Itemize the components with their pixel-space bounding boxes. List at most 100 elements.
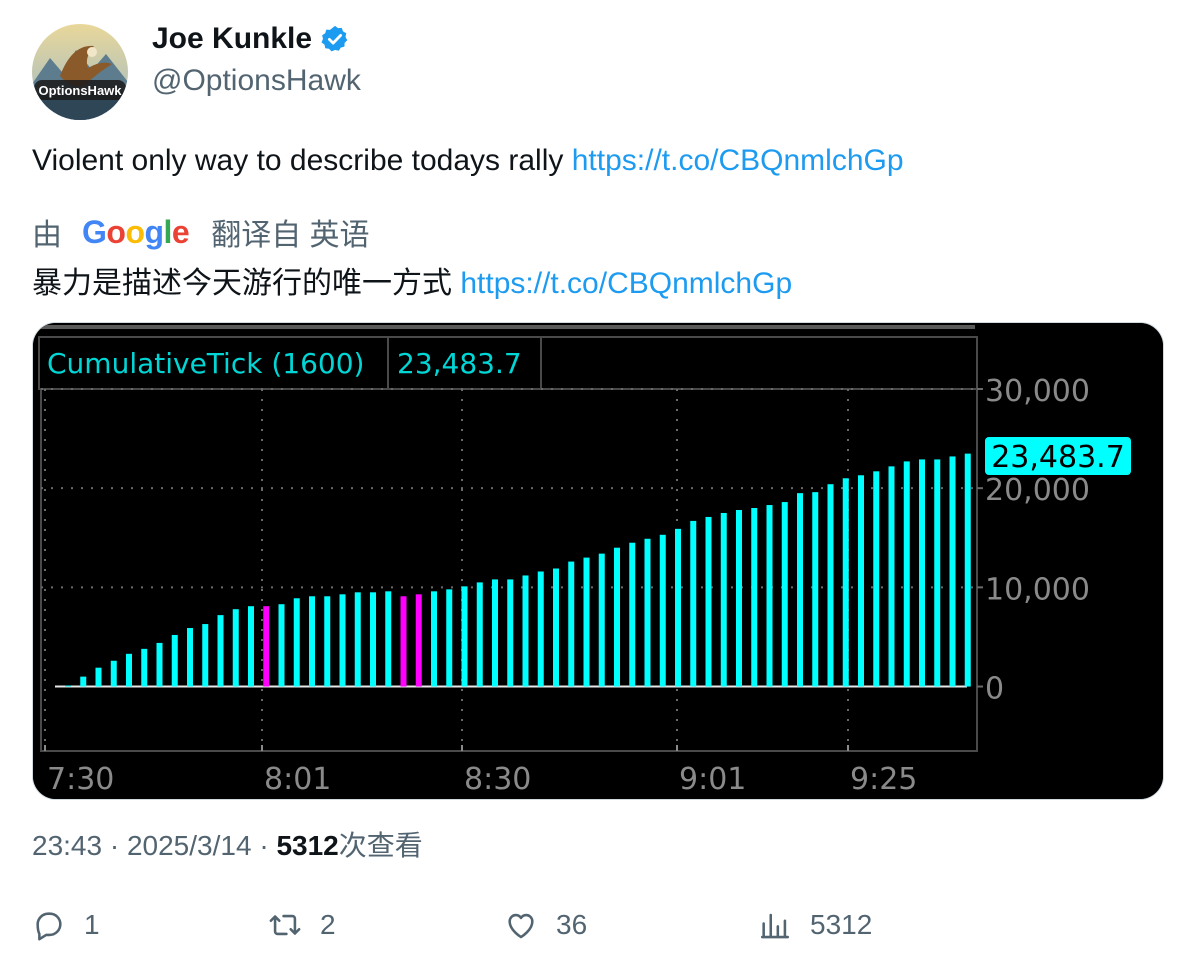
tweet-body: Violent only way to describe todays rall… [32, 144, 572, 177]
chart-bar [842, 478, 849, 687]
chart-bar [385, 591, 392, 687]
x-tick-label: 7:30 [47, 762, 114, 797]
chart-bar [781, 502, 788, 687]
views-action-count: 5312 [810, 909, 873, 940]
hawk-logo-icon: OptionsHawk [32, 24, 128, 120]
author-name-text: Joe Kunkle [152, 22, 313, 55]
y-tick-label: 10,000 [985, 572, 1090, 607]
chart-bar [248, 606, 254, 687]
chart-bar [187, 628, 193, 687]
chart-bar [202, 624, 209, 687]
chart-bar [278, 604, 285, 687]
chart-bar [95, 667, 102, 687]
chart-bar [339, 594, 346, 687]
translated-link[interactable]: https://t.co/CBQnmlchGp [460, 267, 792, 300]
views-count: 5312 [276, 830, 339, 861]
translated-text: 暴力是描述今天游行的唯一方式 https://t.co/CBQnmlchGp [32, 258, 792, 302]
chart-bar [659, 534, 666, 687]
chart-bar [309, 596, 315, 687]
chart-bar [522, 575, 529, 687]
x-tick-label: 9:01 [679, 762, 746, 797]
verified-badge-icon [321, 25, 348, 52]
retweet-icon [269, 914, 301, 936]
chart-bar [705, 516, 712, 687]
chart-bar [934, 459, 941, 687]
chart-bar [888, 466, 895, 687]
chart-bar [614, 547, 620, 687]
chart-bar [644, 538, 651, 687]
action-bar: 1 2 36 5312 [32, 908, 932, 956]
chart-bar [629, 542, 636, 687]
views-label: 次查看 [338, 830, 423, 861]
chart-bar [492, 579, 498, 687]
analytics-icon [760, 913, 790, 939]
chart-bar [370, 592, 376, 687]
tweet-text: Violent only way to describe todays rall… [32, 144, 904, 178]
chart-bar [583, 557, 590, 687]
chart-bar [126, 653, 132, 687]
chart-bar [964, 453, 971, 687]
retweet-count: 2 [320, 909, 336, 940]
reply-count: 1 [84, 909, 100, 940]
reply-icon [36, 912, 62, 941]
author-handle[interactable]: @OptionsHawk [152, 64, 361, 98]
chart-bar [141, 648, 148, 687]
retweet-button[interactable]: 2 [268, 908, 336, 942]
tweet-date[interactable]: 2025/3/14 [127, 830, 252, 861]
cumulative-tick-chart: CumulativeTick (1600) 23,483.7 30,000 20,… [33, 323, 1163, 799]
chart-bar [690, 520, 697, 687]
chart-bar [812, 492, 819, 687]
chart-bar [598, 553, 605, 687]
chart-bar [949, 456, 956, 687]
translation-suffix: 翻译自 英语 [211, 219, 370, 252]
chart-bar [446, 589, 453, 687]
translation-attribution: 由 Google 翻译自 英语 [32, 210, 370, 254]
translation-prefix: 由 [32, 219, 62, 252]
chart-bar [507, 579, 514, 687]
svg-text:OptionsHawk: OptionsHawk [38, 83, 122, 98]
chart-bar [827, 484, 834, 687]
views-button[interactable]: 5312 [758, 908, 872, 942]
tweet-meta: 23:43 · 2025/3/14 · 5312次查看 [32, 824, 423, 864]
chart-title: CumulativeTick (1600) [47, 347, 364, 380]
chart-bar [919, 459, 925, 687]
chart-bar [873, 471, 880, 687]
chart-bar [751, 508, 758, 687]
author-name[interactable]: Joe Kunkle [152, 22, 350, 56]
chart-bar [675, 528, 681, 687]
translated-body: 暴力是描述今天游行的唯一方式 [32, 267, 461, 300]
last-value-label: 23,483.7 [991, 440, 1125, 475]
heart-icon [508, 913, 534, 939]
chart-bar [461, 586, 468, 687]
avatar[interactable]: OptionsHawk [32, 24, 128, 120]
chart-bar [171, 634, 178, 687]
chart-title-value: 23,483.7 [397, 347, 522, 380]
reply-button[interactable]: 1 [32, 908, 100, 942]
chart-bar [766, 505, 773, 687]
chart-bar [568, 561, 575, 687]
x-tick-label: 9:25 [850, 762, 917, 797]
tweet-link[interactable]: https://t.co/CBQnmlchGp [572, 144, 904, 177]
chart-bar [858, 475, 864, 687]
chart-bar [156, 642, 163, 687]
chart-bar [80, 676, 87, 687]
y-tick-label: 20,000 [985, 473, 1090, 508]
like-button[interactable]: 36 [504, 908, 587, 942]
chart-bar [232, 609, 239, 687]
chart-bar [797, 493, 803, 687]
like-count: 36 [556, 909, 588, 940]
chart-bar [431, 591, 437, 687]
meta-separator-1: · [109, 830, 127, 861]
chart-bar [553, 568, 559, 687]
x-tick-label: 8:01 [264, 762, 331, 797]
y-tick-label: 0 [985, 672, 1004, 707]
chart-bar [263, 606, 270, 687]
google-logo-icon[interactable]: Google [82, 214, 190, 251]
tweet-time[interactable]: 23:43 [32, 830, 102, 861]
chart-bar [537, 571, 544, 687]
chart-image[interactable]: CumulativeTick (1600) 23,483.7 30,000 20,… [32, 322, 1164, 800]
chart-bar [65, 685, 71, 687]
meta-separator-2: · [259, 830, 277, 861]
y-tick-label: 30,000 [985, 374, 1090, 409]
chart-bar [110, 660, 117, 687]
